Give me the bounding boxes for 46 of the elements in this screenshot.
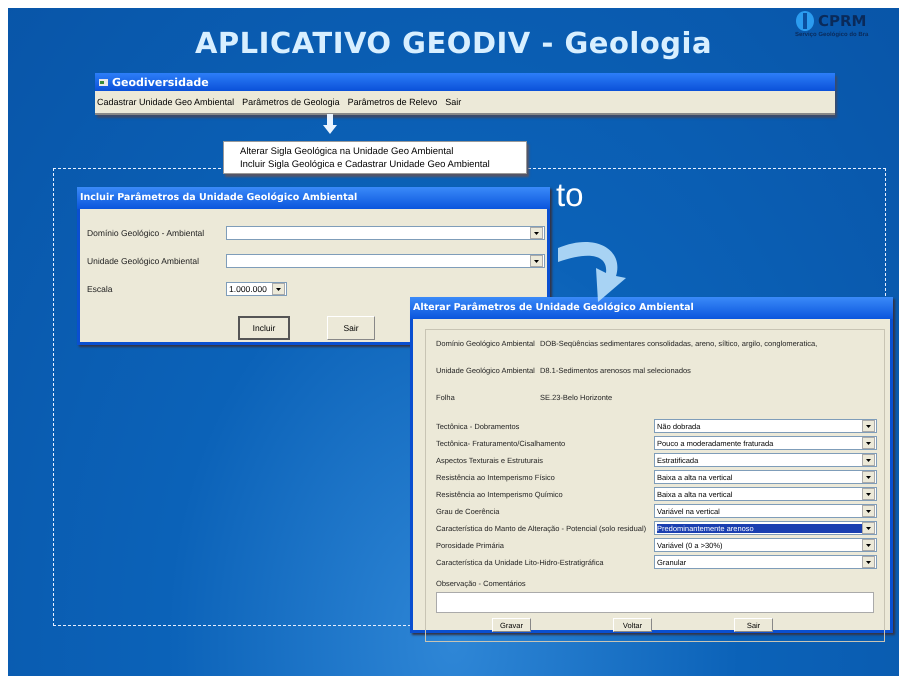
dropdown-button[interactable] bbox=[530, 227, 543, 239]
dropdown-button[interactable] bbox=[862, 539, 875, 551]
dialog-button[interactable]: Incluir bbox=[238, 316, 290, 340]
menu-item[interactable]: Cadastrar Unidade Geo Ambiental bbox=[97, 97, 234, 107]
caret-icon bbox=[866, 424, 871, 428]
caret-icon bbox=[866, 458, 871, 462]
logo-icon bbox=[795, 10, 815, 32]
menu-item[interactable]: Parâmetros de Geologia bbox=[242, 97, 340, 107]
window-title: Geodiversidade bbox=[112, 76, 209, 88]
window-title: Alterar Parâmetros de Unidade Geológico Ambiental bbox=[410, 297, 893, 319]
caret-icon bbox=[866, 560, 871, 564]
caret-icon bbox=[866, 510, 871, 512]
dropdown-button[interactable] bbox=[862, 488, 875, 500]
dialog-button[interactable]: Sair bbox=[327, 316, 375, 340]
down-arrow-icon bbox=[323, 114, 337, 134]
logo-text: CPRM bbox=[818, 12, 866, 30]
caret-icon bbox=[866, 544, 871, 546]
dropdown-button[interactable] bbox=[862, 505, 875, 517]
caret-icon bbox=[534, 232, 539, 234]
dropdown-button[interactable] bbox=[862, 556, 875, 568]
caret-icon bbox=[534, 260, 539, 262]
menu-item[interactable]: Alterar Sigla Geológica na Unidade Geo Ambiental bbox=[224, 145, 526, 158]
window-title: Incluir Parâmetros da Unidade Geológico Ambiental bbox=[77, 187, 550, 209]
app-icon bbox=[99, 78, 108, 86]
field-label: Unidade Geológico Ambiental bbox=[87, 256, 200, 266]
caret-icon bbox=[276, 288, 281, 290]
menu-item[interactable]: Sair bbox=[445, 97, 462, 107]
dropdown-button[interactable] bbox=[862, 437, 875, 449]
caret-icon bbox=[866, 442, 871, 444]
dropdown-button[interactable] bbox=[862, 471, 875, 483]
caret-icon bbox=[866, 526, 871, 530]
dropdown-button[interactable] bbox=[272, 283, 285, 295]
combo-box[interactable]: 1.000.000 bbox=[226, 282, 287, 296]
dropdown-button[interactable] bbox=[862, 454, 875, 466]
menu-item[interactable]: Parâmetros de Relevo bbox=[348, 97, 438, 107]
caret-icon bbox=[866, 476, 871, 478]
dropdown-button[interactable] bbox=[862, 522, 875, 534]
dropdown-button[interactable] bbox=[862, 420, 875, 432]
heading-fragment: to bbox=[556, 178, 584, 211]
dropdown-button[interactable] bbox=[530, 255, 543, 267]
menu-item[interactable]: Incluir Sigla Geológica e Cadastrar Unidade Geo Ambiental bbox=[224, 158, 526, 171]
field-label: Domínio Geológico - Ambiental bbox=[87, 228, 206, 238]
caret-icon bbox=[866, 492, 871, 496]
slide-title: APLICATIVO GEODIV - Geologia bbox=[194, 26, 712, 60]
comments-field[interactable] bbox=[436, 592, 874, 613]
field-label: Escala bbox=[87, 284, 114, 294]
